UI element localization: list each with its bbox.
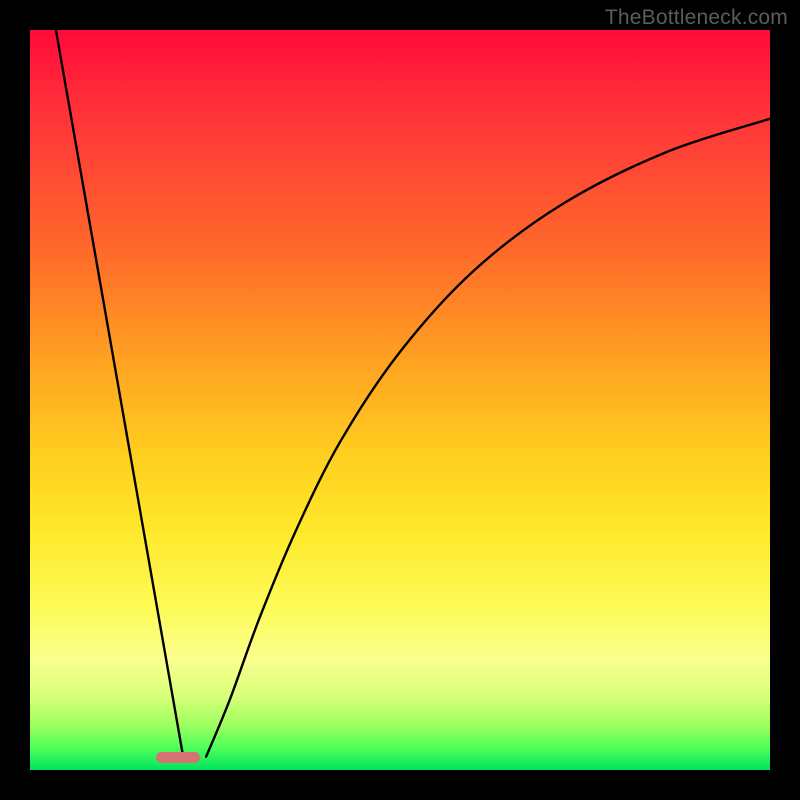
watermark-text: TheBottleneck.com [605, 6, 788, 30]
range-marker [156, 752, 200, 763]
chart-frame: TheBottleneck.com [0, 0, 800, 800]
plot-area [30, 30, 770, 770]
left-branch-line [56, 30, 183, 757]
right-branch-line [206, 119, 770, 757]
curve-layer [30, 30, 770, 770]
